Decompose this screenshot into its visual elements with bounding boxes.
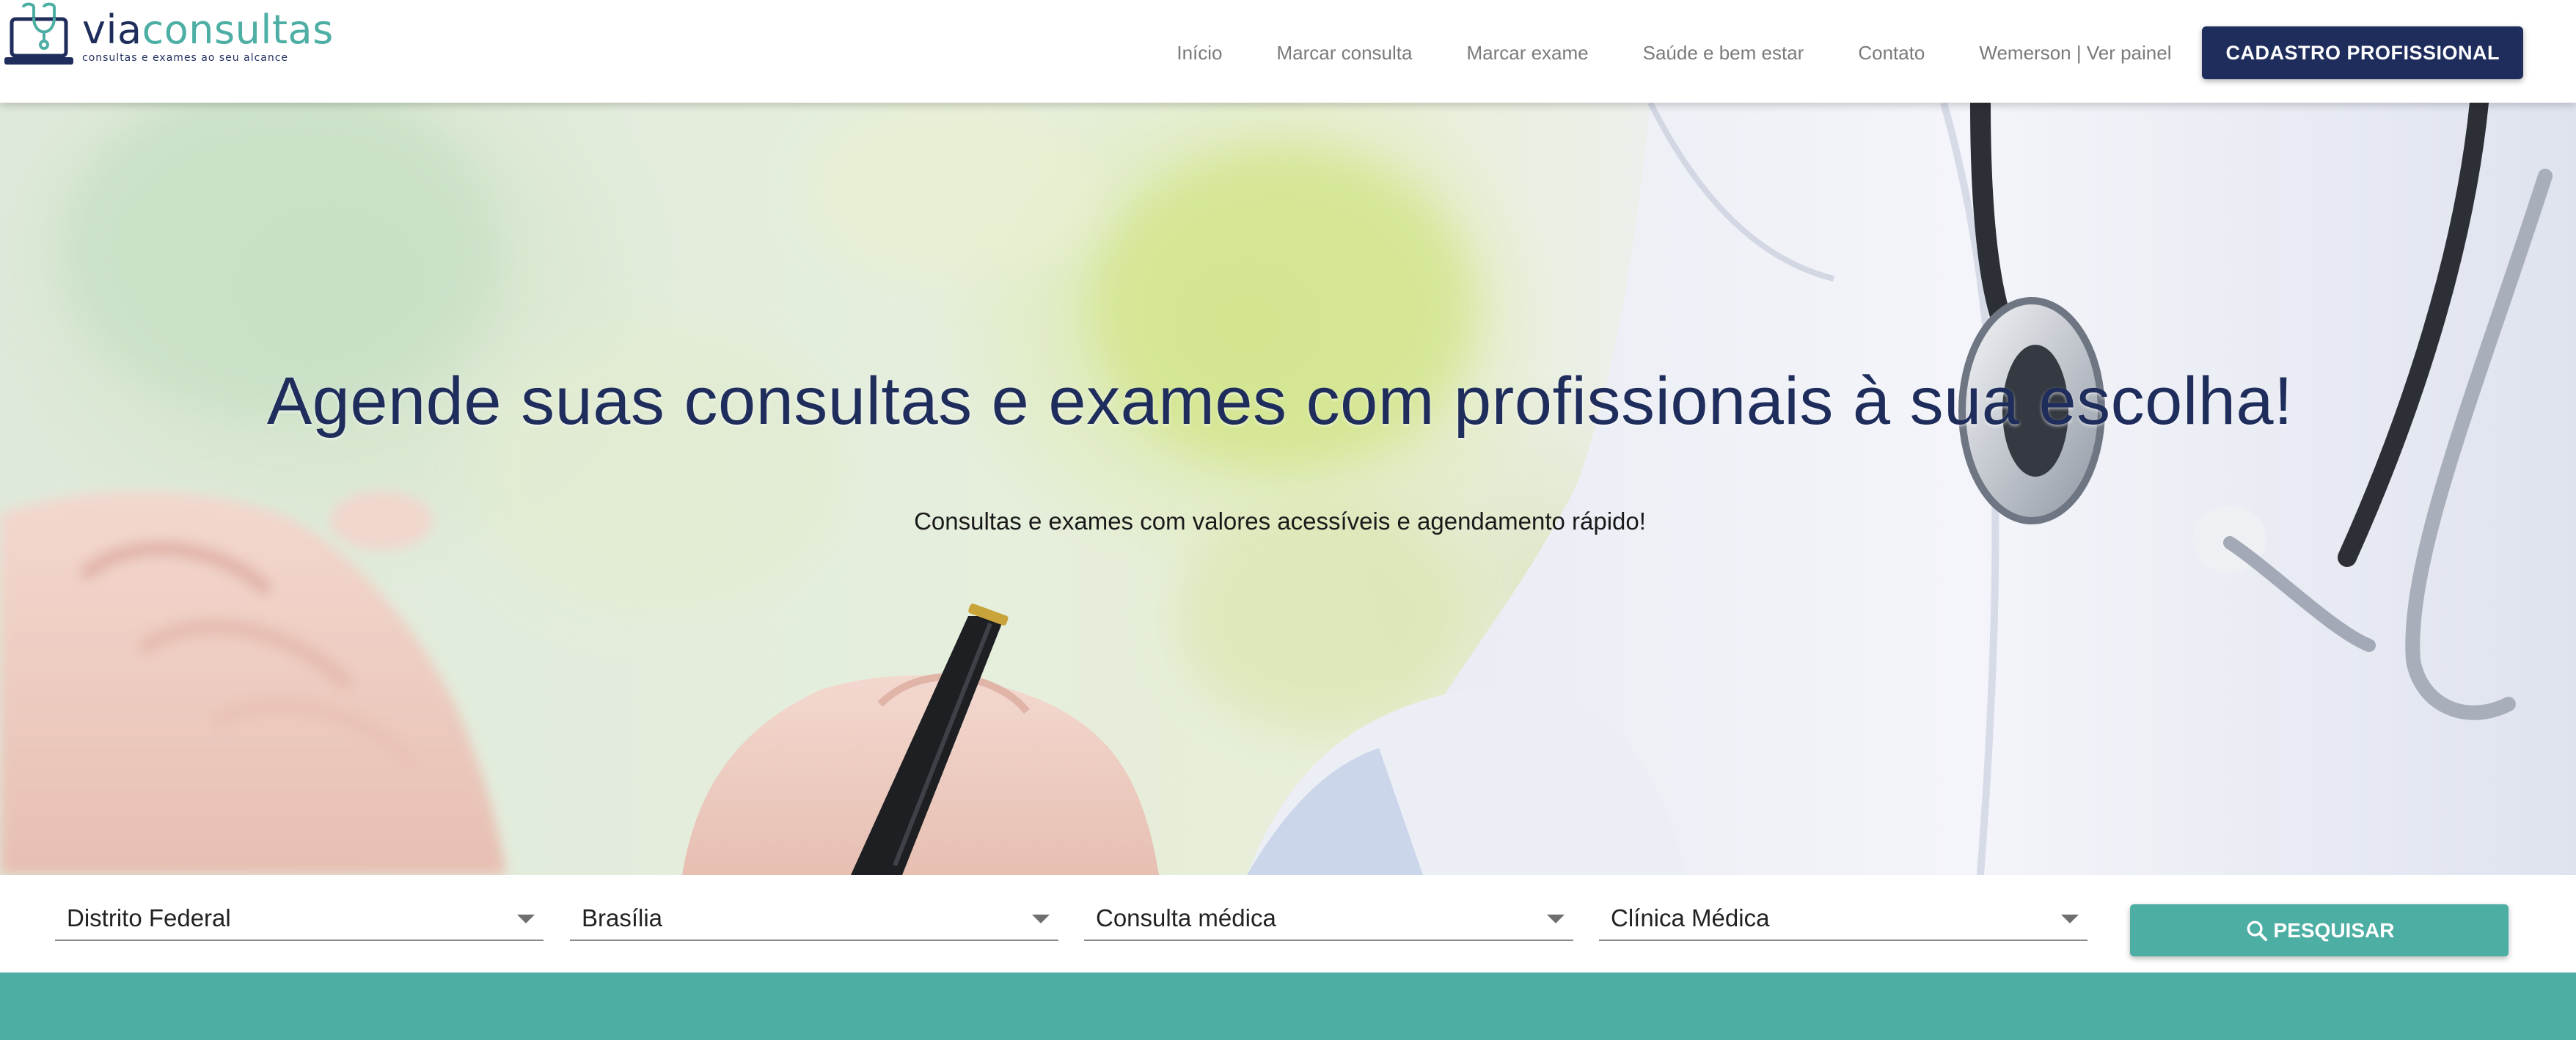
search-button[interactable]: PESQUISAR [2130,904,2509,956]
city-select-value: Brasília [582,904,663,931]
state-select-value: Distrito Federal [67,904,231,931]
state-select[interactable]: Distrito Federal [55,903,544,941]
hero-background-image [0,103,2576,875]
search-button-label: PESQUISAR [2273,918,2395,942]
nav-item-contato[interactable]: Contato [1858,42,1925,65]
logo-wordmark: viaconsultas [82,10,334,50]
hero-banner: Agende suas consultas e exames com profi… [0,103,2576,875]
section-divider-band [0,973,2576,1040]
logo-tagline: consultas e exames ao seu alcance [82,52,289,64]
main-nav: Início Marcar consulta Marcar exame Saúd… [1177,26,2523,79]
logo-word-consultas: consultas [142,7,334,53]
site-header: viaconsultas consultas e exames ao seu a… [0,0,2576,103]
logo[interactable]: viaconsultas consultas e exames ao seu a… [0,0,334,73]
chevron-down-icon [2061,915,2079,923]
chevron-down-icon [517,915,535,923]
nav-item-inicio[interactable]: Início [1177,42,1222,65]
logo-word-via: via [82,7,142,53]
specialty-select[interactable]: Clínica Médica [1599,903,2087,941]
hero-title: Agende suas consultas e exames com profi… [266,364,2294,439]
nav-item-marcar-consulta[interactable]: Marcar consulta [1277,42,1413,65]
logo-text: viaconsultas consultas e exames ao seu a… [82,10,334,64]
chevron-down-icon [1547,915,1565,923]
chevron-down-icon [1032,915,1050,923]
search-bar: Distrito Federal Brasília Consulta médic… [0,875,2576,973]
hero-subtitle: Consultas e exames com valores acessívei… [914,508,1646,535]
nav-item-user-panel[interactable]: Wemerson | Ver painel [1979,42,2171,65]
laptop-stethoscope-icon [4,2,73,65]
nav-item-saude-bem-estar[interactable]: Saúde e bem estar [1643,42,1804,65]
search-icon [2247,920,2267,941]
city-select[interactable]: Brasília [570,903,1058,941]
professional-signup-button[interactable]: CADASTRO PROFISSIONAL [2202,26,2523,79]
appointment-type-select[interactable]: Consulta médica [1084,903,1573,941]
appointment-type-select-value: Consulta médica [1096,904,1276,931]
specialty-select-value: Clínica Médica [1611,904,1770,931]
nav-item-marcar-exame[interactable]: Marcar exame [1466,42,1588,65]
